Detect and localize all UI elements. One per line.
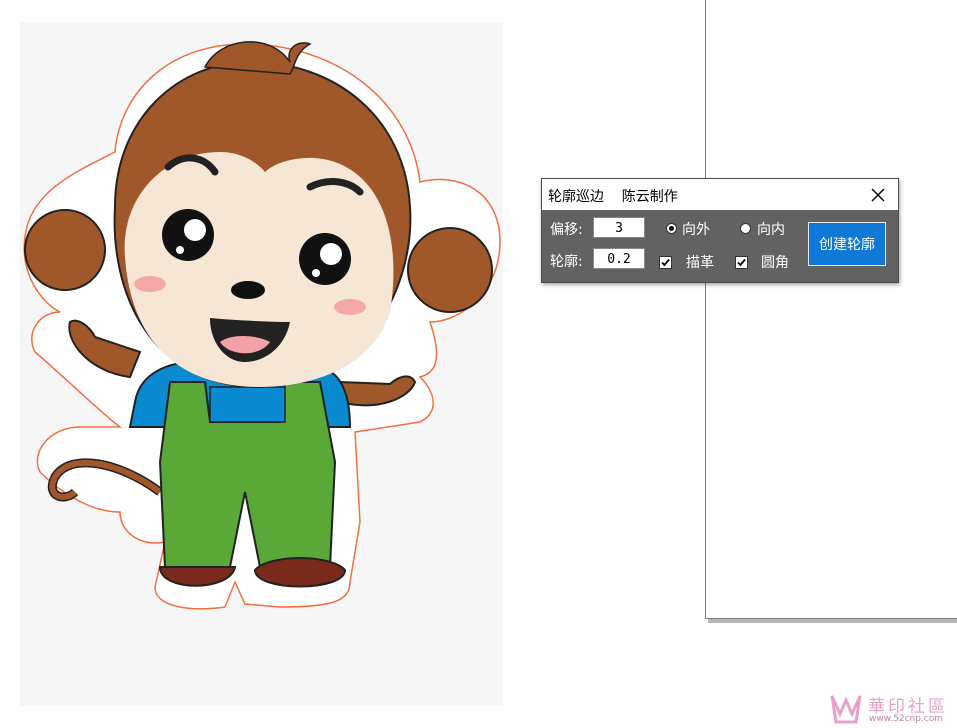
check-icon: [661, 258, 670, 267]
checkbox-stroke-label: 描革: [686, 255, 714, 271]
create-outline-button[interactable]: 创建轮廓: [808, 222, 886, 266]
close-button[interactable]: [858, 179, 898, 210]
outline-input[interactable]: 0.2: [593, 248, 645, 269]
check-icon: [737, 258, 746, 267]
dialog-body: 偏移: 3 轮廓: 0.2 向外 向内 描革 圆角 创建轮廓: [542, 210, 898, 282]
offset-input[interactable]: 3: [593, 217, 645, 238]
radio-inward-label: 向内: [757, 222, 785, 238]
dialog-title: 轮廓巡边 陈云制作: [548, 189, 678, 205]
radio-inward[interactable]: [740, 223, 751, 234]
dialog-titlebar[interactable]: 轮廓巡边 陈云制作: [542, 179, 898, 210]
outline-tool-dialog: 轮廓巡边 陈云制作 偏移: 3 轮廓: 0.2 向外 向内 描革 圆角 创建轮廓: [541, 178, 899, 283]
artwork-canvas[interactable]: [20, 22, 503, 706]
checkbox-round-label: 圆角: [761, 255, 789, 271]
page-boundary: [705, 0, 957, 619]
watermark: 華印社區 www.52cnp.com: [826, 690, 956, 728]
radio-outward[interactable]: [666, 223, 677, 234]
watermark-url: www.52cnp.com: [869, 714, 944, 724]
checkbox-round[interactable]: [735, 256, 748, 269]
close-icon: [871, 188, 885, 201]
offset-label: 偏移:: [550, 222, 583, 238]
radio-outward-label: 向外: [682, 222, 710, 238]
monkey-artwork: [23, 41, 501, 610]
checkbox-stroke[interactable]: [659, 256, 672, 269]
outline-label: 轮廓:: [550, 254, 583, 270]
watermark-logo-icon: [830, 695, 862, 724]
